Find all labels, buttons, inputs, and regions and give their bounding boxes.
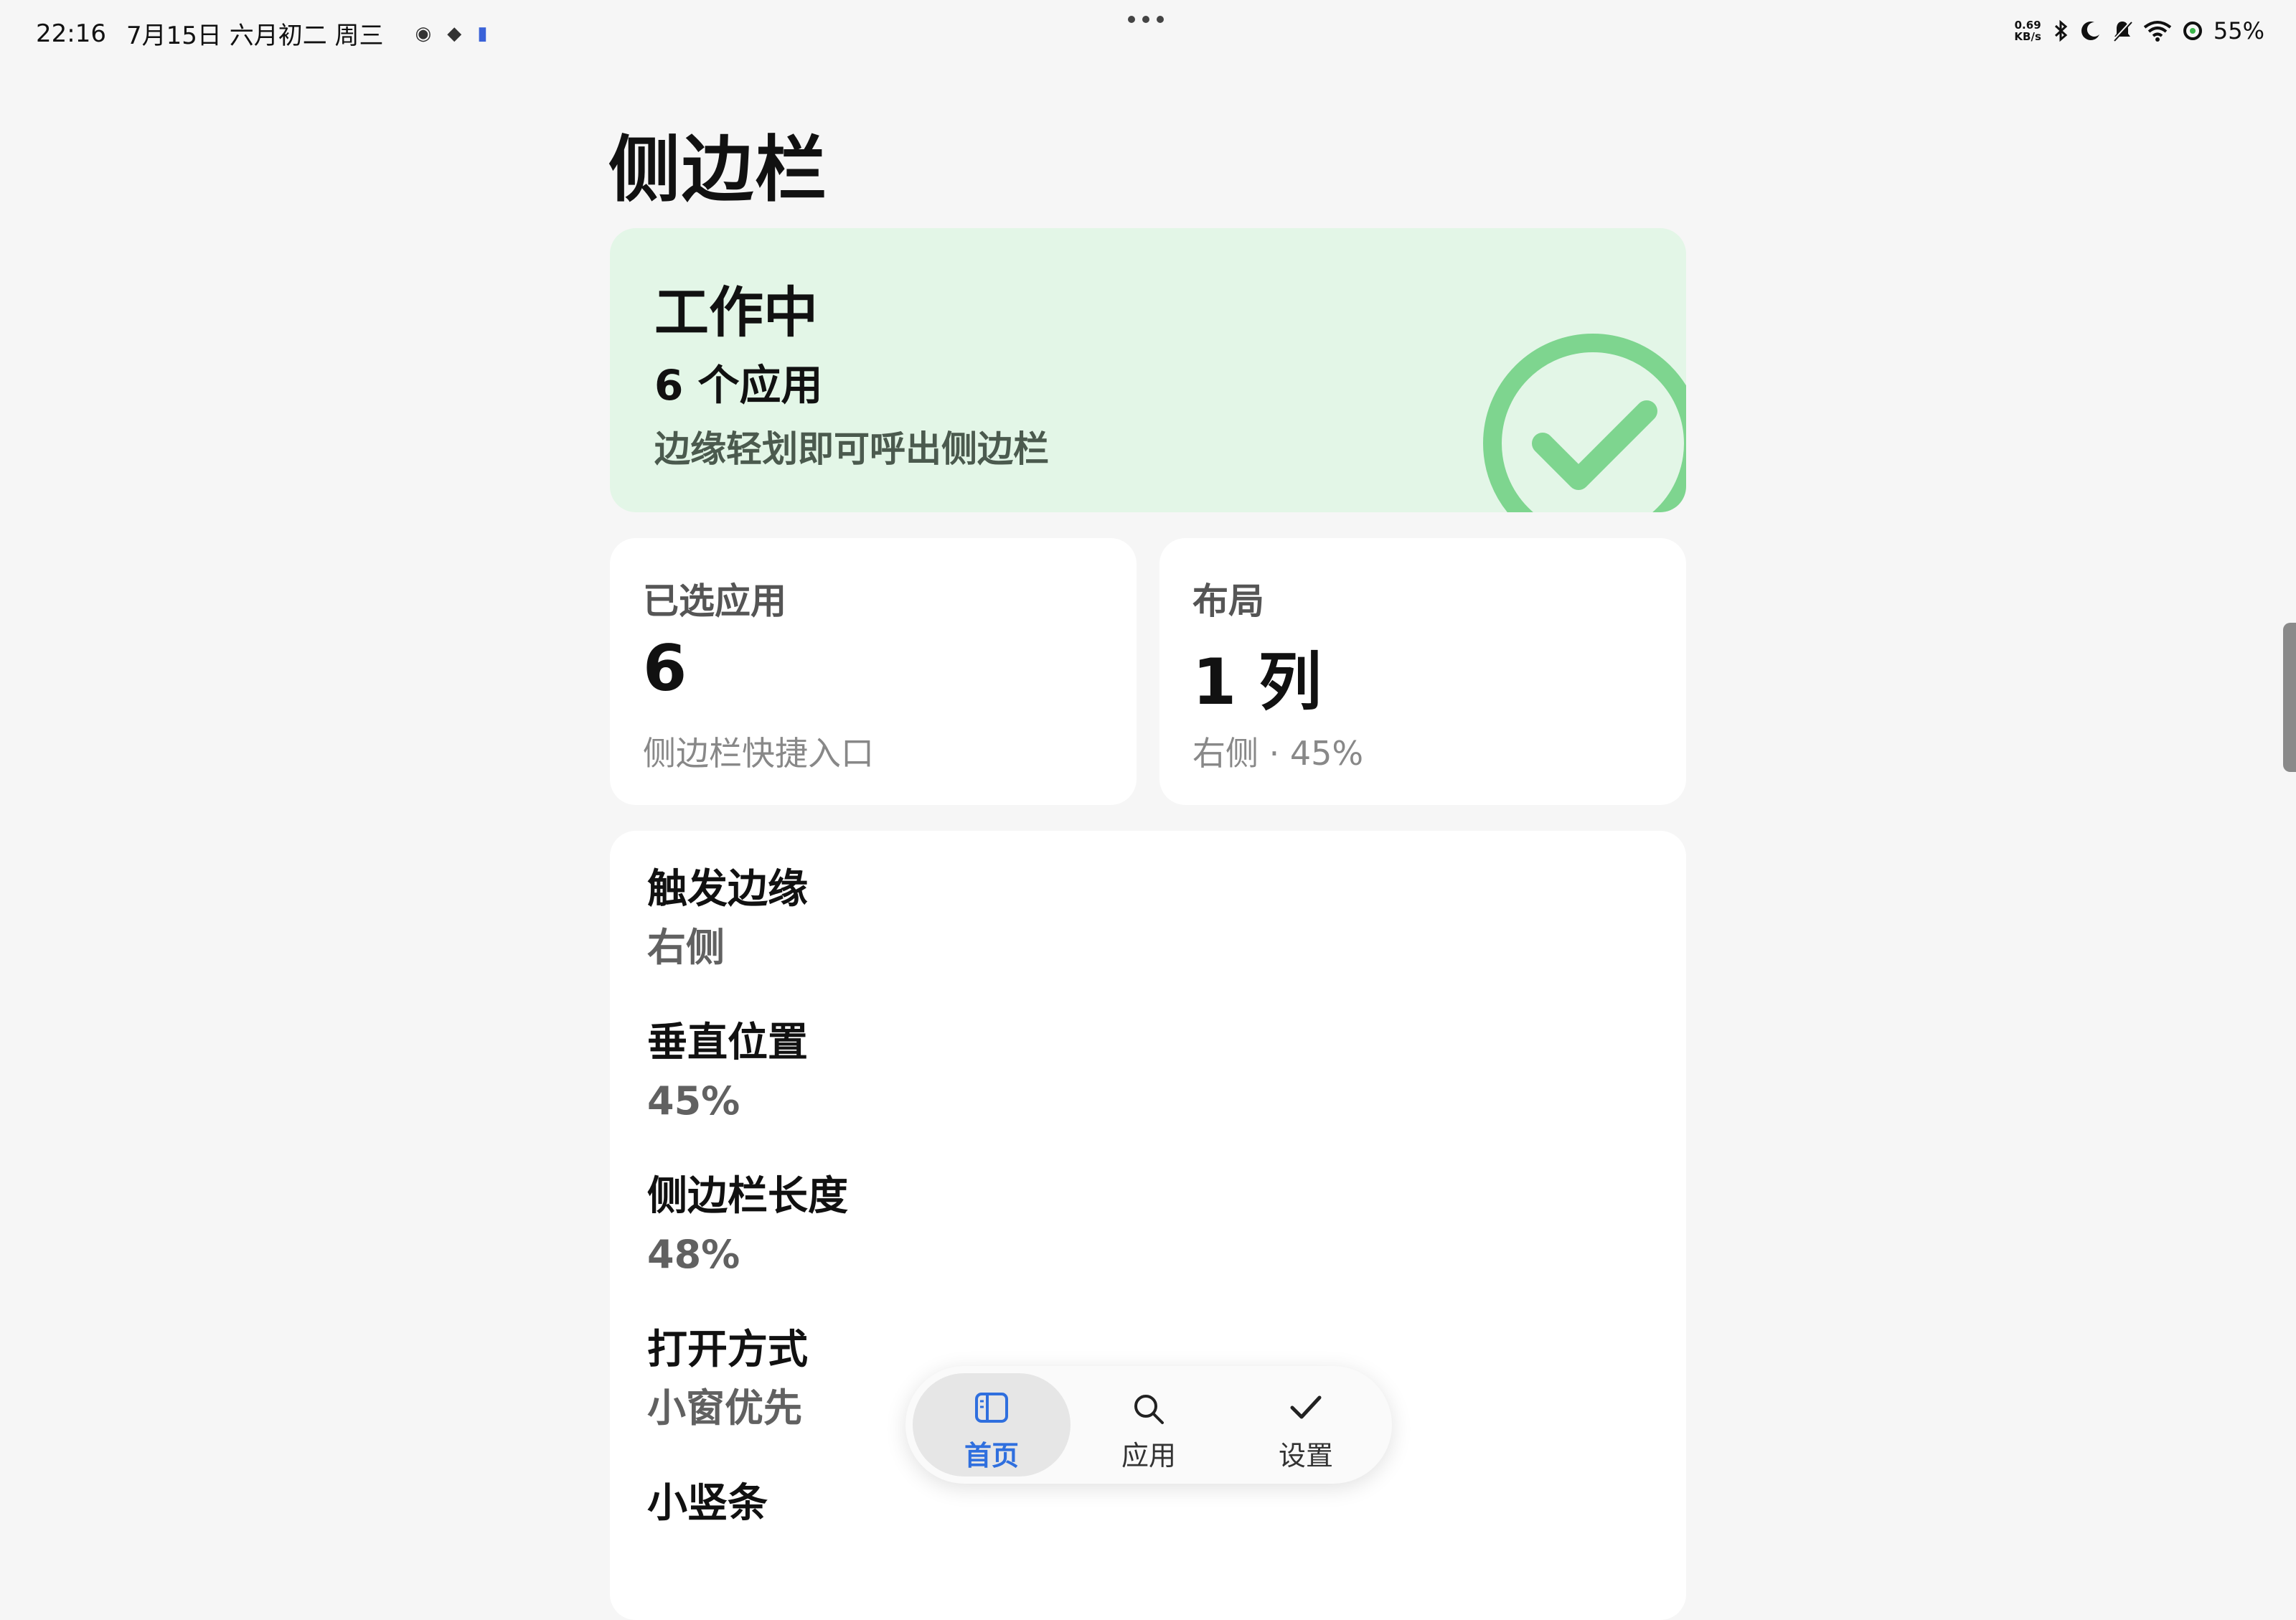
nav-apps[interactable]: 应用 <box>1070 1373 1228 1477</box>
check-circle-icon <box>1483 334 1686 512</box>
status-bar-left: 22:16 7月15日 六月初二 周三 ◉ ◆ ▮ <box>36 16 488 51</box>
setting-trigger-edge[interactable]: 触发边缘 右侧 <box>647 861 808 977</box>
layout-desc: 右侧 · 45% <box>1192 734 1364 773</box>
page-title: 侧边栏 <box>608 128 828 212</box>
date: 7月15日 六月初二 周三 <box>126 22 384 50</box>
window-menu-dots-icon[interactable] <box>1128 16 1164 23</box>
bottom-navigation: 首页 应用 设置 <box>905 1366 1392 1484</box>
selected-apps-desc: 侧边栏快捷入口 <box>643 734 874 773</box>
search-icon <box>1134 1395 1164 1424</box>
layout-value: 1 列 <box>1192 645 1322 719</box>
status-bar: 22:16 7月15日 六月初二 周三 ◉ ◆ ▮ 0.69 KB/s 55% <box>0 0 2296 66</box>
nav-home[interactable]: 首页 <box>913 1373 1071 1477</box>
app-count: 6 个应用 <box>654 361 823 410</box>
app-icon: ▮ <box>477 22 488 44</box>
status-hint: 边缘轻划即可呼出侧边栏 <box>654 428 1049 470</box>
settings-card: 触发边缘 右侧 垂直位置 45% 侧边栏长度 48% 打开方式 小窗优先 小竖条 <box>610 831 1686 1620</box>
bell-off-icon <box>2112 20 2132 42</box>
setting-sidebar-length[interactable]: 侧边栏长度 48% <box>647 1168 848 1284</box>
layers-icon: ◆ <box>447 22 462 44</box>
clock: 22:16 <box>36 19 106 48</box>
battery-level: 55% <box>2213 17 2264 44</box>
layout-card[interactable]: 布局 1 列 右侧 · 45% <box>1159 538 1686 805</box>
sidebar-edge-handle[interactable] <box>2283 623 2296 772</box>
status-bar-right: 0.69 KB/s 55% <box>2014 17 2264 44</box>
check-icon <box>1290 1395 1322 1419</box>
setting-open-mode[interactable]: 打开方式 小窗优先 <box>647 1322 808 1438</box>
sidebar-panel-icon <box>975 1393 1008 1423</box>
layout-label: 布局 <box>1192 580 1264 622</box>
nav-settings[interactable]: 设置 <box>1227 1373 1385 1477</box>
eye-icon: ◉ <box>415 22 432 44</box>
service-state: 工作中 <box>654 281 818 344</box>
net-speed: 0.69 KB/s <box>2014 19 2041 43</box>
wifi-icon <box>2143 21 2172 42</box>
setting-small-bar[interactable]: 小竖条 <box>647 1475 768 1532</box>
service-status-card[interactable]: 工作中 6 个应用 边缘轻划即可呼出侧边栏 <box>610 228 1686 512</box>
selected-apps-label: 已选应用 <box>643 580 786 622</box>
selected-apps-card[interactable]: 已选应用 6 侧边栏快捷入口 <box>610 538 1137 805</box>
selected-apps-value: 6 <box>643 631 687 705</box>
bluetooth-icon <box>2054 19 2068 42</box>
setting-vertical-position[interactable]: 垂直位置 45% <box>647 1014 808 1131</box>
ring-icon <box>2183 22 2202 40</box>
notification-icons: ◉ ◆ ▮ <box>415 23 488 44</box>
moon-icon <box>2081 22 2099 40</box>
